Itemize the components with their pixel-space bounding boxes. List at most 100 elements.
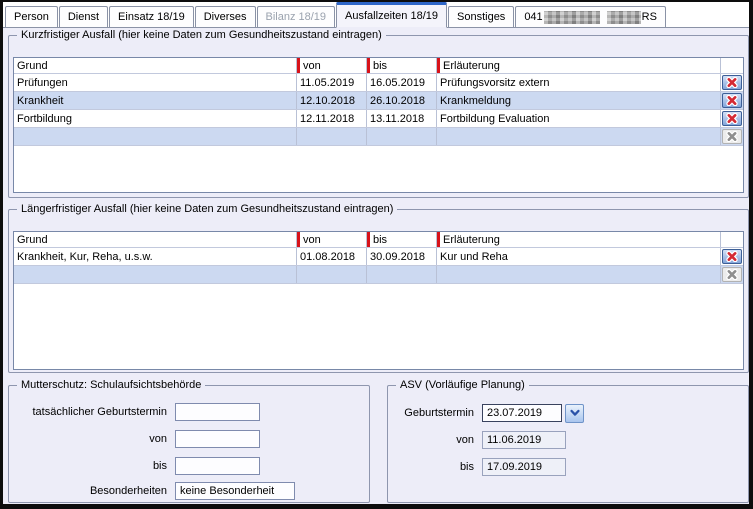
required-marker: [367, 58, 370, 73]
tab-diverses[interactable]: Diverses: [195, 6, 256, 27]
cell-grund: Krankheit, Kur, Reha, u.s.w.: [14, 248, 297, 265]
groupbox-title: Längerfristiger Ausfall (hier keine Date…: [17, 202, 397, 216]
tab-dienst[interactable]: Dienst: [59, 6, 108, 27]
tatsaechlicher-geburtstermin-label: tatsächlicher Geburtstermin: [9, 404, 175, 421]
column-header-bis: bis: [367, 58, 437, 73]
delete-x-icon: [726, 77, 738, 88]
cell-erlaeuterung: Prüfungsvorsitz extern: [437, 74, 721, 91]
cell-erlaeuterung: Fortbildung Evaluation: [437, 110, 721, 127]
asv-geburtstermin-label: Geburtstermin: [388, 405, 482, 422]
tatsaechlicher-geburtstermin-field[interactable]: [175, 403, 260, 421]
table-row[interactable]: Krankheit, Kur, Reha, u.s.w. 01.08.2018 …: [14, 248, 743, 266]
chevron-down-icon: [570, 409, 580, 417]
delete-row-button-disabled: [722, 267, 742, 282]
column-header-grund: Grund: [14, 232, 297, 247]
cell-bis: 13.11.2018: [367, 110, 437, 127]
asv-bis-field[interactable]: [482, 458, 566, 476]
cell-von: [297, 266, 367, 283]
tab-einsatz[interactable]: Einsatz 18/19: [109, 6, 194, 27]
groupbox-title: Mutterschutz: Schulaufsichtsbehörde: [17, 378, 205, 392]
column-header-erlaeuterung: Erläuterung: [437, 58, 721, 73]
cell-von: [297, 128, 367, 145]
asv-geburtstermin-field[interactable]: [482, 404, 562, 422]
cell-grund: Krankheit: [14, 92, 297, 109]
besonderheiten-field[interactable]: [175, 482, 295, 500]
tab-ausfallzeiten[interactable]: Ausfallzeiten 18/19: [336, 2, 447, 28]
column-header-bis: bis: [367, 232, 437, 247]
required-marker: [297, 232, 300, 247]
mutterschutz-von-field[interactable]: [175, 430, 260, 448]
table-row[interactable]: Fortbildung 12.11.2018 13.11.2018 Fortbi…: [14, 110, 743, 128]
school-id-prefix: 041: [524, 11, 542, 23]
column-header-von: von: [297, 232, 367, 247]
cell-erlaeuterung: Kur und Reha: [437, 248, 721, 265]
delete-row-button[interactable]: [722, 111, 742, 126]
tab-sonstiges[interactable]: Sonstiges: [448, 6, 514, 27]
groupbox-title: ASV (Vorläufige Planung): [396, 378, 529, 392]
besonderheiten-label: Besonderheiten: [9, 483, 175, 500]
redacted-pixelation: [607, 11, 641, 24]
tab-school-id[interactable]: 041 RS: [515, 6, 666, 27]
groupbox-kurzfristiger-ausfall: Kurzfristiger Ausfall (hier keine Daten …: [8, 35, 749, 198]
required-marker: [367, 232, 370, 247]
tab-bilanz: Bilanz 18/19: [257, 6, 336, 27]
mutterschutz-bis-field[interactable]: [175, 457, 260, 475]
required-marker: [297, 58, 300, 73]
delete-x-icon: [726, 131, 738, 142]
cell-grund: Prüfungen: [14, 74, 297, 91]
cell-bis: [367, 266, 437, 283]
cell-grund: Fortbildung: [14, 110, 297, 127]
groupbox-title: Kurzfristiger Ausfall (hier keine Daten …: [17, 28, 386, 42]
short-term-table: Grund von bis Erläuterung Prüfungen 11.0…: [13, 57, 744, 193]
school-id-suffix: RS: [642, 11, 657, 23]
table-row[interactable]: Prüfungen 11.05.2019 16.05.2019 Prüfungs…: [14, 74, 743, 92]
cell-bis: 30.09.2018: [367, 248, 437, 265]
cell-erlaeuterung: [437, 266, 721, 283]
delete-x-icon: [726, 269, 738, 280]
groupbox-mutterschutz: Mutterschutz: Schulaufsichtsbehörde tats…: [8, 385, 370, 503]
redacted-pixelation: [544, 11, 600, 24]
long-term-table: Grund von bis Erläuterung Krankheit, Kur…: [13, 231, 744, 370]
cell-bis: 16.05.2019: [367, 74, 437, 91]
delete-row-button[interactable]: [722, 93, 742, 108]
groupbox-asv-planung: ASV (Vorläufige Planung) Geburtstermin v…: [387, 385, 749, 503]
delete-row-button[interactable]: [722, 75, 742, 90]
cell-erlaeuterung: [437, 128, 721, 145]
cell-von: 11.05.2019: [297, 74, 367, 91]
asv-von-label: von: [388, 432, 482, 449]
cell-grund: [14, 266, 297, 283]
column-header-actions: [721, 58, 743, 73]
geburtstermin-dropdown-button[interactable]: [565, 404, 584, 423]
mutterschutz-von-label: von: [9, 431, 175, 448]
delete-x-icon: [726, 113, 738, 124]
cell-bis: 26.10.2018: [367, 92, 437, 109]
column-header-erlaeuterung: Erläuterung: [437, 232, 721, 247]
asv-von-field[interactable]: [482, 431, 566, 449]
table-header-row: Grund von bis Erläuterung: [14, 232, 743, 248]
column-header-von: von: [297, 58, 367, 73]
cell-grund: [14, 128, 297, 145]
table-header-row: Grund von bis Erläuterung: [14, 58, 743, 74]
cell-von: 12.10.2018: [297, 92, 367, 109]
delete-row-button-disabled: [722, 129, 742, 144]
column-header-actions: [721, 232, 743, 247]
column-header-grund: Grund: [14, 58, 297, 73]
groupbox-laengerfristiger-ausfall: Längerfristiger Ausfall (hier keine Date…: [8, 209, 749, 373]
table-row-empty[interactable]: [14, 266, 743, 284]
cell-bis: [367, 128, 437, 145]
mutterschutz-bis-label: bis: [9, 458, 175, 475]
asv-bis-label: bis: [388, 459, 482, 476]
app-window: Person Dienst Einsatz 18/19 Diverses Bil…: [0, 0, 753, 509]
required-marker: [437, 232, 440, 247]
table-row-empty[interactable]: [14, 128, 743, 146]
delete-row-button[interactable]: [722, 249, 742, 264]
cell-von: 01.08.2018: [297, 248, 367, 265]
required-marker: [437, 58, 440, 73]
tab-person[interactable]: Person: [5, 6, 58, 27]
cell-von: 12.11.2018: [297, 110, 367, 127]
tab-bar: Person Dienst Einsatz 18/19 Diverses Bil…: [3, 2, 749, 28]
table-row[interactable]: Krankheit 12.10.2018 26.10.2018 Krankmel…: [14, 92, 743, 110]
delete-x-icon: [726, 95, 738, 106]
cell-erlaeuterung: Krankmeldung: [437, 92, 721, 109]
delete-x-icon: [726, 251, 738, 262]
